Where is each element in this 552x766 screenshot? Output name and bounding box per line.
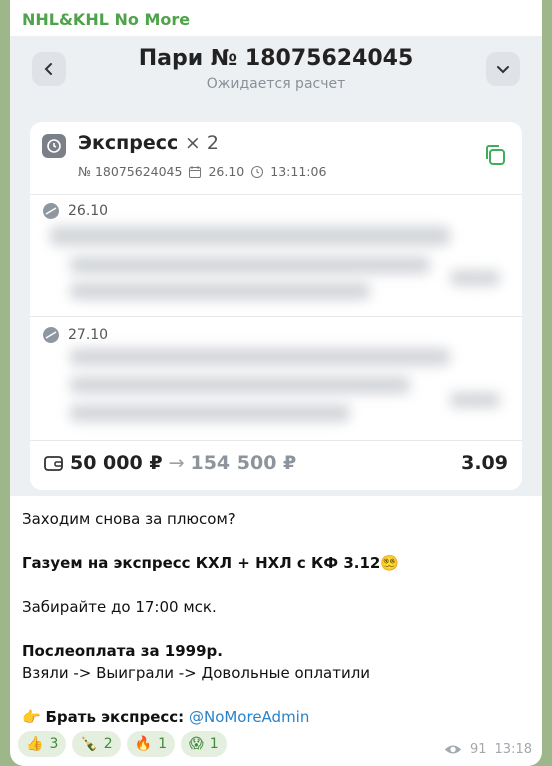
pointing-right-emoji: 👉 <box>22 708 41 726</box>
bet-type: Экспресс × 2 <box>78 132 219 154</box>
eye-icon <box>444 745 462 754</box>
dizzy-face-emoji: 😵‍💫 <box>380 554 400 572</box>
bet-number: № 18075624045 <box>78 164 183 179</box>
bottle-emoji: 🍾 <box>80 736 98 752</box>
bet-title: Пари № 18075624045 <box>138 46 414 71</box>
hockey-puck-icon <box>43 327 59 343</box>
blurred-event <box>70 376 410 394</box>
total-odds: 3.09 <box>461 452 508 474</box>
divider <box>30 316 522 317</box>
reaction-thumbs-up[interactable]: 👍 3 <box>18 731 67 757</box>
cta-line: 👉 Брать экспресс: @NoMoreAdmin <box>22 706 532 728</box>
reaction-fire[interactable]: 🔥 1 <box>126 731 176 757</box>
message-footer: 91 13:18 <box>444 742 532 757</box>
thumbs-up-emoji: 👍 <box>26 736 44 752</box>
bet-date: 26.10 <box>208 164 245 179</box>
bet-totals: 50 000 ₽ → 154 500 ₽ <box>44 452 296 474</box>
blurred-event <box>70 282 370 300</box>
bet-time: 13:11:06 <box>270 164 327 179</box>
leg-1: 26.10 <box>42 202 108 220</box>
message-time: 13:18 <box>494 742 532 757</box>
message-line: Забирайте до 17:00 мск. <box>22 598 217 616</box>
channel-name[interactable]: NHL&KHL No More <box>22 10 190 29</box>
blurred-event <box>50 226 450 246</box>
leg-date: 27.10 <box>68 327 109 343</box>
calendar-icon <box>189 165 202 178</box>
view-count: 91 <box>469 742 487 757</box>
bet-multiplier: × 2 <box>184 132 219 154</box>
reaction-bottle[interactable]: 🍾 2 <box>72 731 121 757</box>
leg-date: 26.10 <box>68 203 109 219</box>
leg-2: 27.10 <box>42 326 108 344</box>
payout-amount: 154 500 ₽ <box>190 452 297 474</box>
reaction-count: 1 <box>158 736 168 752</box>
blurred-odds <box>450 392 500 408</box>
reaction-count: 3 <box>49 736 59 752</box>
message-line: Заходим снова за плюсом? <box>22 510 236 528</box>
reaction-count: 2 <box>103 736 113 752</box>
bet-status: Ожидается расчет <box>206 76 346 92</box>
bet-screenshot[interactable]: Пари № 18075624045 Ожидается расчет Эксп… <box>10 36 542 496</box>
blurred-event <box>70 404 350 422</box>
message-line-bold: Газуем на экспресс КХЛ + НХЛ с КФ 3.12😵‍… <box>22 554 400 572</box>
wallet-icon <box>44 456 63 471</box>
message-text: Заходим снова за плюсом? Газуем на экспр… <box>22 508 532 728</box>
blurred-odds <box>450 270 500 286</box>
bet-meta: № 18075624045 26.10 13:11:06 <box>78 164 326 179</box>
scream-emoji: 😱 <box>189 736 204 752</box>
hockey-puck-icon <box>43 203 59 219</box>
divider <box>30 440 522 441</box>
clock-badge-icon <box>42 134 66 158</box>
arrow-right-icon: → <box>168 452 185 474</box>
admin-link[interactable]: @NoMoreAdmin <box>189 708 309 726</box>
message-line: Взяли -> Выиграли -> Довольные оплатили <box>22 664 371 682</box>
message-bubble[interactable]: NHL&KHL No More Пари № 18075624045 Ожида… <box>10 0 542 766</box>
expand-button[interactable] <box>486 52 520 86</box>
reaction-scream[interactable]: 😱 1 <box>181 731 227 757</box>
blurred-event <box>70 348 450 366</box>
chevron-down-icon <box>497 66 509 74</box>
clock-icon <box>251 165 264 178</box>
bet-card: Экспресс × 2 № 18075624045 26.10 13:11:0… <box>30 122 522 490</box>
cta-label: Брать экспресс: <box>45 708 185 726</box>
fire-emoji: 🔥 <box>134 736 153 752</box>
reactions-bar: 👍 3 🍾 2 🔥 1 😱 1 <box>18 731 227 757</box>
stake-amount: 50 000 ₽ <box>70 452 163 474</box>
reaction-count: 1 <box>209 736 219 752</box>
message-line-bold: Послеоплата за 1999р. <box>22 642 223 660</box>
copy-icon[interactable] <box>482 142 508 168</box>
divider <box>30 194 522 195</box>
blurred-event <box>70 256 430 274</box>
